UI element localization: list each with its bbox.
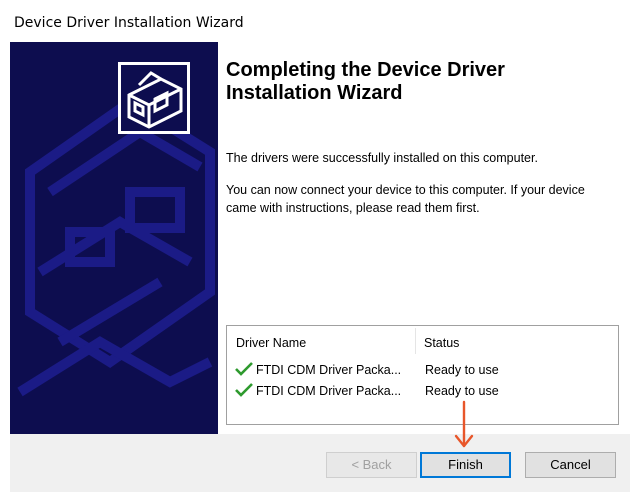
instructions-line1: You can now connect your device to this …: [226, 183, 585, 197]
column-header-driver-name[interactable]: Driver Name: [236, 326, 306, 354]
page-title-line1: Completing the Device Driver: [226, 59, 505, 81]
cancel-button[interactable]: Cancel: [525, 452, 616, 478]
wizard-banner: [10, 42, 218, 434]
column-divider[interactable]: [415, 328, 416, 354]
button-bar: < Back Finish Cancel: [10, 434, 630, 492]
driver-status: Ready to use: [425, 384, 499, 398]
finish-button[interactable]: Finish: [420, 452, 511, 478]
instructions-message: You can now connect your device to this …: [226, 181, 626, 217]
driver-status: Ready to use: [425, 363, 499, 377]
driver-row[interactable]: FTDI CDM Driver Packa... Ready to use: [227, 381, 618, 401]
check-icon: [235, 383, 253, 397]
back-button[interactable]: < Back: [326, 452, 417, 478]
page-title-line2: Installation Wizard: [226, 82, 403, 104]
arrow-down-icon: [454, 400, 474, 448]
driver-name: FTDI CDM Driver Packa...: [256, 363, 402, 377]
driver-row[interactable]: FTDI CDM Driver Packa... Ready to use: [227, 360, 618, 380]
page-title: Completing the Device Driver Installatio…: [226, 59, 616, 105]
driver-list-header: Driver Name Status: [227, 326, 618, 354]
success-message: The drivers were successfully installed …: [226, 151, 538, 165]
window-title: Device Driver Installation Wizard: [14, 15, 244, 31]
column-header-status[interactable]: Status: [424, 326, 459, 354]
driver-name: FTDI CDM Driver Packa...: [256, 384, 402, 398]
driver-list[interactable]: Driver Name Status FTDI CDM Driver Packa…: [226, 325, 619, 425]
wizard-logo-icon: [118, 62, 190, 134]
instructions-line2: came with instructions, please read them…: [226, 201, 480, 215]
check-icon: [235, 362, 253, 376]
